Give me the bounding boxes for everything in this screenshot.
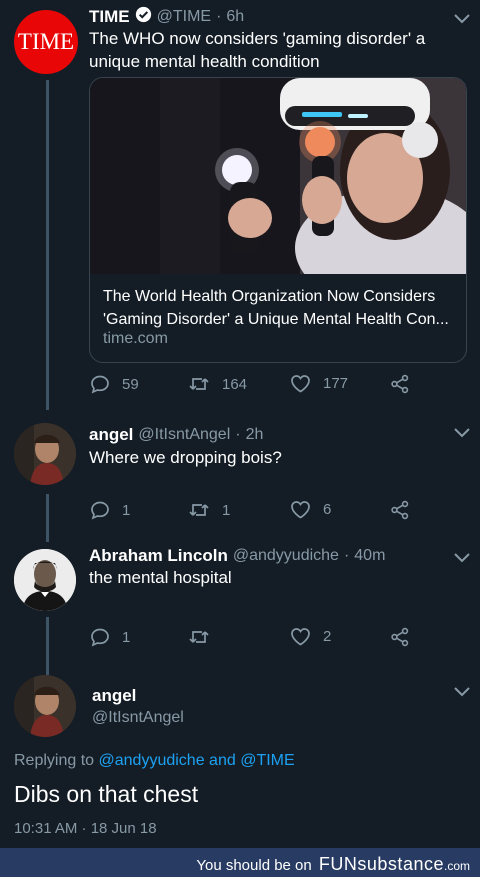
handle[interactable]: @ItIsntAngel: [92, 709, 184, 727]
share-icon[interactable]: [390, 500, 410, 520]
thread-line: [46, 494, 49, 542]
timestamp[interactable]: 6h: [226, 8, 244, 26]
thread-line: [46, 80, 49, 410]
card-domain[interactable]: time.com: [103, 330, 168, 348]
card-image[interactable]: [90, 78, 466, 274]
handle[interactable]: @andyyudiche: [233, 547, 339, 565]
heart-icon: [291, 628, 310, 646]
reply-count: 1: [122, 501, 131, 519]
reply-action[interactable]: 1: [90, 500, 130, 520]
avatar[interactable]: [14, 549, 76, 611]
reply-icon: [91, 628, 109, 647]
retweet-icon: [189, 504, 209, 516]
link-card[interactable]: The World Health Organization Now Consid…: [89, 77, 467, 363]
tweet-text: Dibs on that chest: [14, 781, 199, 807]
watermark-banner: You should be on FUNsubstance.com: [0, 848, 480, 877]
reply-icon: [91, 501, 109, 520]
display-name[interactable]: TIME: [89, 7, 130, 27]
like-action[interactable]: 2: [290, 627, 331, 646]
avatar[interactable]: [14, 675, 76, 737]
handle[interactable]: @TIME: [157, 8, 211, 26]
display-name[interactable]: angel: [89, 425, 133, 445]
retweet-action[interactable]: 164: [188, 374, 247, 394]
heart-icon: [291, 501, 310, 519]
reply-mention-link[interactable]: @andyyudiche: [99, 752, 205, 769]
reply-mention-link[interactable]: @TIME: [240, 752, 294, 769]
replying-prefix: Replying to: [14, 752, 95, 769]
card-title[interactable]: The World Health Organization Now Consid…: [103, 285, 457, 331]
timestamp[interactable]: 40m: [354, 547, 385, 565]
tweet-text: Where we dropping bois?: [89, 448, 282, 467]
separator: ·: [343, 547, 350, 564]
tweet-timestamp[interactable]: 10:31 AM · 18 Jun 18: [14, 820, 157, 837]
like-action[interactable]: 6: [290, 500, 331, 519]
separator: ·: [235, 426, 241, 443]
banner-tld: .com: [443, 859, 470, 873]
like-count: 177: [323, 375, 349, 392]
reply-action[interactable]: 1: [90, 627, 130, 647]
retweet-icon: [189, 631, 209, 643]
retweet-count: 1: [222, 501, 231, 519]
banner-text: You should be on: [196, 857, 312, 874]
reply-icon: [91, 375, 109, 394]
replying-to: Replying to @andyyudiche and @TIME: [14, 752, 295, 770]
display-name[interactable]: angel: [92, 686, 136, 706]
like-action[interactable]: 177: [290, 374, 348, 393]
banner-brand: FUNsubstance: [318, 854, 444, 874]
chevron-down-icon[interactable]: [453, 552, 471, 564]
share-icon[interactable]: [390, 627, 410, 647]
retweet-count: 164: [222, 375, 248, 393]
retweet-action[interactable]: 1: [188, 500, 230, 520]
retweet-icon: [189, 378, 209, 390]
reply-action[interactable]: 59: [90, 374, 139, 394]
avatar[interactable]: [14, 423, 76, 485]
vr-player-photo: [90, 78, 466, 274]
time-logo: TIME: [17, 29, 75, 54]
tweet-text: The WHO now considers 'gaming disorder' …: [89, 29, 426, 71]
reply-count: 1: [122, 628, 131, 646]
like-count: 2: [323, 628, 332, 645]
chevron-down-icon[interactable]: [453, 427, 471, 439]
avatar[interactable]: TIME: [14, 10, 78, 74]
separator: ·: [216, 8, 222, 25]
thread-line: [46, 617, 49, 675]
like-count: 6: [323, 501, 332, 518]
verified-badge-icon: [135, 6, 152, 28]
handle[interactable]: @ItIsntAngel: [138, 426, 230, 444]
share-icon[interactable]: [390, 374, 410, 394]
heart-icon: [291, 375, 310, 393]
chevron-down-icon[interactable]: [453, 13, 471, 25]
reply-and-text: and: [209, 752, 236, 769]
timestamp[interactable]: 2h: [246, 426, 264, 444]
reply-count: 59: [122, 375, 139, 393]
chevron-down-icon[interactable]: [453, 686, 471, 698]
retweet-action[interactable]: [188, 627, 222, 647]
display-name[interactable]: Abraham Lincoln: [89, 546, 228, 566]
tweet-text: the mental hospital: [89, 568, 232, 587]
